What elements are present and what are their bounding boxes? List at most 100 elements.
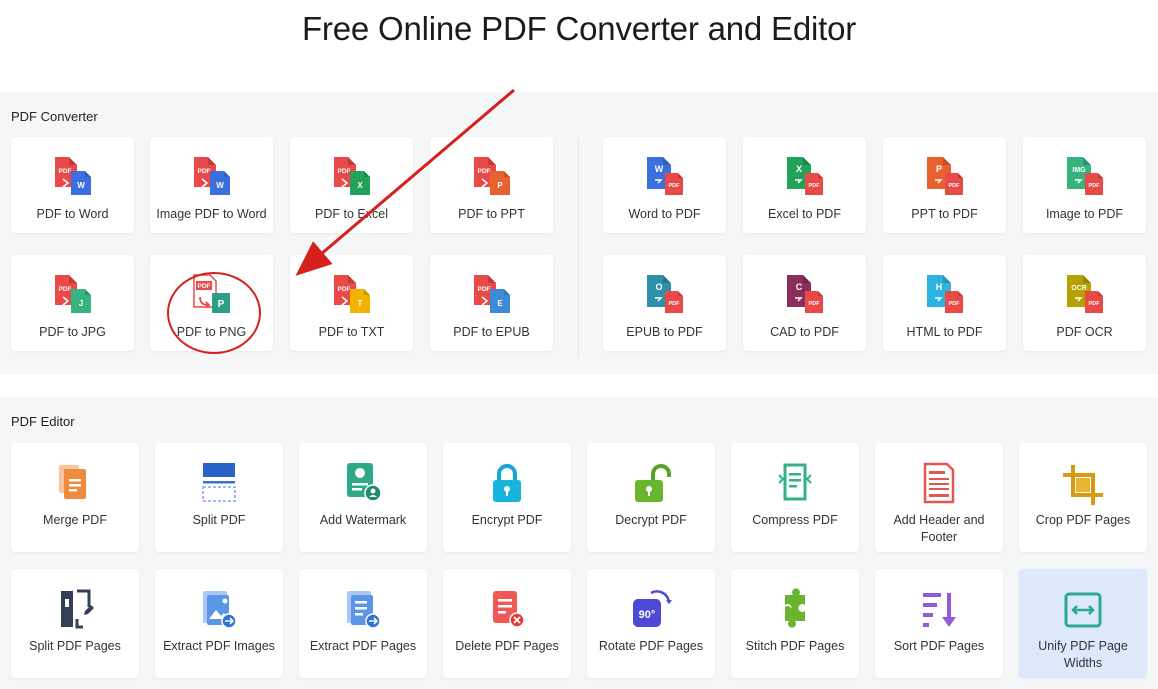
svg-text:PDF: PDF bbox=[668, 301, 680, 307]
svg-text:PDF: PDF bbox=[477, 286, 490, 293]
pdf-to-jpg-icon: PDF J bbox=[49, 273, 97, 319]
tool-card-pdf-to-png[interactable]: PDF P PDF to PNG bbox=[150, 255, 273, 351]
tool-card-image-pdf-to-word[interactable]: PDF W Image PDF to Word bbox=[150, 137, 273, 233]
svg-text:PDF: PDF bbox=[58, 168, 71, 175]
tool-card-label: CAD to PDF bbox=[770, 325, 839, 339]
svg-text:PDF: PDF bbox=[197, 283, 210, 290]
svg-text:PDF: PDF bbox=[948, 183, 960, 189]
tool-card-encrypt-pdf[interactable]: Encrypt PDF bbox=[443, 443, 571, 552]
tool-card-pdf-to-epub[interactable]: PDF E PDF to EPUB bbox=[430, 255, 553, 351]
tool-card-extract-pdf-images[interactable]: Extract PDF Images bbox=[155, 569, 283, 678]
tool-card-cad-to-pdf[interactable]: C PDF CAD to PDF bbox=[743, 255, 866, 351]
svg-text:X: X bbox=[357, 181, 363, 190]
tool-card-label: PDF OCR bbox=[1056, 325, 1113, 339]
tool-card-label: PDF to PPT bbox=[458, 207, 525, 221]
tool-card-unify-pdf-page-widths[interactable]: Unify PDF Page Widths bbox=[1019, 569, 1147, 678]
svg-text:PDF: PDF bbox=[808, 301, 820, 307]
pdf-to-excel-icon: PDF X bbox=[328, 155, 376, 201]
svg-text:T: T bbox=[357, 299, 362, 308]
tool-card-split-pdf-pages[interactable]: Split PDF Pages bbox=[11, 569, 139, 678]
split-pdf-icon bbox=[195, 461, 243, 507]
decrypt-pdf-icon bbox=[627, 461, 675, 507]
tool-card-epub-to-pdf[interactable]: O PDF EPUB to PDF bbox=[603, 255, 726, 351]
section-divider bbox=[578, 140, 579, 356]
svg-text:X: X bbox=[795, 164, 801, 174]
tool-card-stitch-pdf-pages[interactable]: Stitch PDF Pages bbox=[731, 569, 859, 678]
svg-text:PDF: PDF bbox=[808, 183, 820, 189]
tool-card-crop-pdf-pages[interactable]: Crop PDF Pages bbox=[1019, 443, 1147, 552]
pdf-to-epub-icon: PDF E bbox=[468, 273, 516, 319]
tool-card-split-pdf[interactable]: Split PDF bbox=[155, 443, 283, 552]
tool-card-label: Compress PDF bbox=[752, 513, 838, 527]
pdf-to-ppt-icon: PDF P bbox=[468, 155, 516, 201]
tool-card-extract-pdf-pages[interactable]: Extract PDF Pages bbox=[299, 569, 427, 678]
tool-card-compress-pdf[interactable]: Compress PDF bbox=[731, 443, 859, 552]
tool-card-label: Word to PDF bbox=[628, 207, 701, 221]
svg-text:PDF: PDF bbox=[477, 168, 490, 175]
pdf-converter-section: PDF Converter PDF W PDF to Word PDF W Image… bbox=[0, 92, 1158, 374]
tool-card-decrypt-pdf[interactable]: Decrypt PDF bbox=[587, 443, 715, 552]
image-to-pdf-icon: IMG PDF bbox=[1061, 155, 1109, 201]
extract-pdf-pages-icon bbox=[339, 587, 387, 633]
image-pdf-to-word-icon: PDF W bbox=[188, 155, 236, 201]
svg-text:PDF: PDF bbox=[1088, 301, 1100, 307]
unify-pdf-page-widths-icon bbox=[1059, 587, 1107, 633]
tool-card-label: Extract PDF Pages bbox=[309, 639, 417, 653]
ppt-to-pdf-icon: P PDF bbox=[921, 155, 969, 201]
svg-text:PDF: PDF bbox=[337, 168, 350, 175]
svg-text:PDF: PDF bbox=[337, 286, 350, 293]
tool-card-merge-pdf[interactable]: Merge PDF bbox=[11, 443, 139, 552]
tool-card-label: Crop PDF Pages bbox=[1035, 513, 1131, 527]
crop-pdf-pages-icon bbox=[1059, 461, 1107, 507]
tool-card-label: PDF to PNG bbox=[176, 325, 247, 339]
tool-card-label: Unify PDF Page Widths bbox=[1038, 639, 1128, 670]
tool-card-excel-to-pdf[interactable]: X PDF Excel to PDF bbox=[743, 137, 866, 233]
pdf-editor-heading: PDF Editor bbox=[11, 414, 75, 429]
tool-card-label: HTML to PDF bbox=[906, 325, 983, 339]
svg-text:P: P bbox=[217, 299, 224, 310]
tool-card-add-header-and-footer[interactable]: Add Header and Footer bbox=[875, 443, 1003, 552]
tool-card-sort-pdf-pages[interactable]: Sort PDF Pages bbox=[875, 569, 1003, 678]
svg-text:H: H bbox=[935, 282, 942, 292]
tool-card-pdf-to-jpg[interactable]: PDF J PDF to JPG bbox=[11, 255, 134, 351]
cad-to-pdf-icon: C PDF bbox=[781, 273, 829, 319]
tool-card-label: Sort PDF Pages bbox=[893, 639, 985, 653]
tool-card-html-to-pdf[interactable]: H PDF HTML to PDF bbox=[883, 255, 1006, 351]
pdf-ocr-icon: OCR PDF bbox=[1061, 273, 1109, 319]
split-pdf-pages-icon bbox=[51, 587, 99, 633]
svg-text:C: C bbox=[795, 282, 802, 292]
tool-card-image-to-pdf[interactable]: IMG PDF Image to PDF bbox=[1023, 137, 1146, 233]
delete-pdf-pages-icon bbox=[483, 587, 531, 633]
stitch-pdf-pages-icon bbox=[771, 587, 819, 633]
tool-card-label: Split PDF Pages bbox=[29, 639, 121, 653]
tool-card-label: PPT to PDF bbox=[911, 207, 978, 221]
tool-card-label: PDF to JPG bbox=[39, 325, 106, 339]
encrypt-pdf-icon bbox=[483, 461, 531, 507]
svg-text:PDF: PDF bbox=[1088, 183, 1100, 189]
svg-text:90°: 90° bbox=[639, 609, 656, 621]
tool-card-label: Image PDF to Word bbox=[156, 207, 267, 221]
tool-card-word-to-pdf[interactable]: W PDF Word to PDF bbox=[603, 137, 726, 233]
tool-card-pdf-to-excel[interactable]: PDF X PDF to Excel bbox=[290, 137, 413, 233]
tool-card-pdf-to-word[interactable]: PDF W PDF to Word bbox=[11, 137, 134, 233]
tool-card-label: Merge PDF bbox=[43, 513, 107, 527]
svg-text:P: P bbox=[497, 181, 503, 190]
tool-card-label: Extract PDF Images bbox=[163, 639, 275, 653]
svg-text:E: E bbox=[497, 299, 503, 308]
svg-text:PDF: PDF bbox=[58, 286, 71, 293]
tool-card-label: Stitch PDF Pages bbox=[745, 639, 845, 653]
sort-pdf-pages-icon bbox=[915, 587, 963, 633]
tool-card-pdf-to-ppt[interactable]: PDF P PDF to PPT bbox=[430, 137, 553, 233]
tool-card-rotate-pdf-pages[interactable]: 90° Rotate PDF Pages bbox=[587, 569, 715, 678]
tool-card-pdf-ocr[interactable]: OCR PDF PDF OCR bbox=[1023, 255, 1146, 351]
tool-card-pdf-to-txt[interactable]: PDF T PDF to TXT bbox=[290, 255, 413, 351]
svg-text:OCR: OCR bbox=[1071, 285, 1087, 292]
tool-card-delete-pdf-pages[interactable]: Delete PDF Pages bbox=[443, 569, 571, 678]
tool-card-ppt-to-pdf[interactable]: P PDF PPT to PDF bbox=[883, 137, 1006, 233]
tool-card-label: Decrypt PDF bbox=[615, 513, 687, 527]
tool-card-add-watermark[interactable]: Add Watermark bbox=[299, 443, 427, 552]
pdf-to-png-icon: PDF P bbox=[188, 273, 236, 319]
tool-card-label: Delete PDF Pages bbox=[455, 639, 559, 653]
tool-card-label: Add Watermark bbox=[319, 513, 407, 527]
tool-card-label: Rotate PDF Pages bbox=[598, 639, 704, 653]
